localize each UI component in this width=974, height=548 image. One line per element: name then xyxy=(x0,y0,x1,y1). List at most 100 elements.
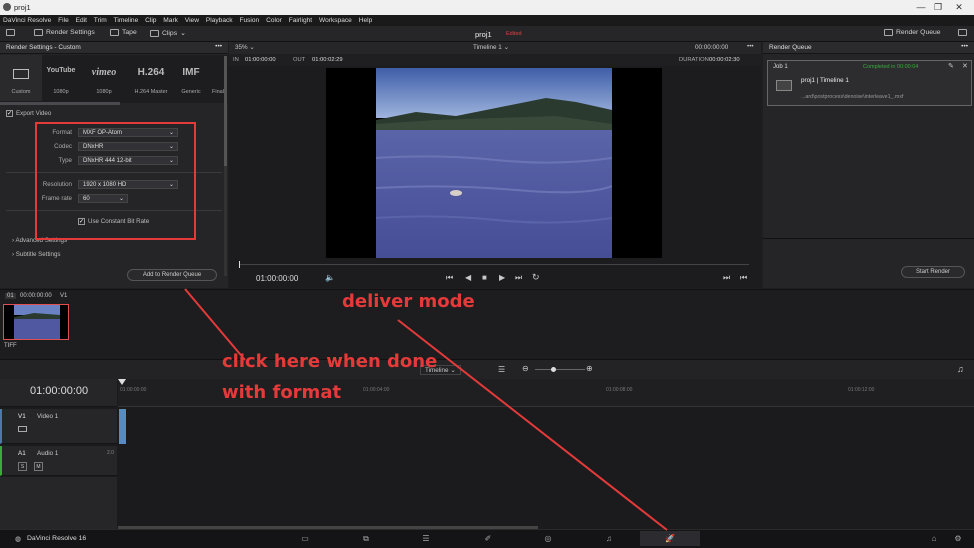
scroll-thumb[interactable] xyxy=(224,56,227,166)
fusion-page-icon[interactable]: ✐ xyxy=(480,534,496,545)
delete-job-icon[interactable]: ✕ xyxy=(962,62,968,70)
job-label: Job 1 xyxy=(773,64,788,70)
preset-youtube[interactable]: YouTube 1080p xyxy=(40,55,82,101)
annotation-deliver-mode: deliver mode xyxy=(342,291,475,312)
clip-timecode: 00:00:00:00 xyxy=(20,293,52,299)
edit-job-icon[interactable]: ✎ xyxy=(948,62,954,70)
tape-button[interactable]: Tape xyxy=(110,29,137,36)
timeline-select[interactable]: Timeline 1 ⌄ xyxy=(473,44,509,51)
cut-page-icon[interactable]: ⧉ xyxy=(358,534,374,545)
prev-clip-icon[interactable]: ⏮ xyxy=(740,273,747,283)
stop-icon[interactable]: ■ xyxy=(482,273,487,282)
preset-vimeo[interactable]: vimeo 1080p xyxy=(83,55,125,101)
menu-item-clip[interactable]: Clip xyxy=(145,15,156,26)
timeline-toolbar: Timeline ⌄ ☰ ⊖ ⊕ ♫ xyxy=(0,359,974,379)
more-options-icon[interactable]: ••• xyxy=(215,43,222,50)
ruler-tick-label: 01:00:04:00 xyxy=(363,387,390,393)
playhead[interactable] xyxy=(239,261,240,268)
panel-toggle-button[interactable] xyxy=(6,29,15,36)
timeline-playhead[interactable] xyxy=(118,379,126,385)
in-out-bar: IN 01:00:00:00 OUT 01:00:02:29 DURATION … xyxy=(229,54,761,66)
panel-toggle-right-button[interactable] xyxy=(958,29,967,36)
deliver-page-icon[interactable]: 🚀 xyxy=(640,531,700,546)
chevron-down-icon: ⌄ xyxy=(503,44,509,51)
zoom-slider-knob[interactable] xyxy=(551,367,556,372)
fairlight-page-icon[interactable]: ♫ xyxy=(601,534,617,545)
maximize-button[interactable]: ❐ xyxy=(931,2,945,13)
next-clip-icon[interactable]: ⏭ xyxy=(723,273,730,283)
gear-icon[interactable]: ⚙ xyxy=(950,534,966,545)
render-queue-icon xyxy=(884,29,893,36)
menu-item-trim[interactable]: Trim xyxy=(94,15,107,26)
render-settings-button[interactable]: Render Settings xyxy=(34,29,95,36)
chevron-down-icon: ⌄ xyxy=(180,30,186,37)
loop-icon[interactable]: ↻ xyxy=(532,272,540,283)
timeline-view-icon[interactable]: ☰ xyxy=(498,365,505,374)
track-monitor-icon[interactable] xyxy=(18,426,27,432)
zoom-value: 35% xyxy=(235,44,248,51)
add-to-render-queue-button[interactable]: Add to Render Queue xyxy=(127,269,217,281)
clips-strip: 01 00:00:00:00 V1 TIFF xyxy=(0,289,974,359)
menu-item-workspace[interactable]: Workspace xyxy=(319,15,352,26)
export-video-label: Export Video xyxy=(16,110,52,118)
preset-custom[interactable]: Custom xyxy=(0,55,42,101)
render-queue-button[interactable]: Render Queue xyxy=(884,29,941,36)
zoom-out-icon[interactable]: ⊖ xyxy=(522,364,529,373)
menu-item-help[interactable]: Help xyxy=(359,15,373,26)
music-note-icon[interactable]: ♫ xyxy=(957,364,964,374)
menu-item-resolve[interactable]: DaVinci Resolve xyxy=(3,15,51,26)
settings-scrollbar[interactable] xyxy=(224,56,227,276)
zoom-select[interactable]: 35% ⌄ xyxy=(235,44,255,51)
edit-page-icon[interactable]: ☰ xyxy=(418,534,434,545)
menu-item-view[interactable]: View xyxy=(185,15,199,26)
skip-end-icon[interactable]: ⏭ xyxy=(515,273,522,283)
render-job-card[interactable]: Job 1 Completed in 00:00:04 ✎ ✕ proj1 | … xyxy=(767,60,972,106)
subtitle-settings-toggle[interactable]: › Subtitle Settings xyxy=(12,251,61,258)
home-icon[interactable]: ⌂ xyxy=(926,534,942,545)
clip-thumbnail[interactable] xyxy=(3,304,69,340)
play-reverse-icon[interactable]: ◀ xyxy=(465,273,471,282)
preset-scrollbar[interactable] xyxy=(0,102,120,105)
menu-item-edit[interactable]: Edit xyxy=(76,15,87,26)
audio-track-header: A1 Audio 1 2.0 S M xyxy=(0,446,117,476)
menu-item-playback[interactable]: Playback xyxy=(206,15,233,26)
skip-start-icon[interactable]: ⏮ xyxy=(446,273,453,283)
export-video-checkbox[interactable]: ✓ xyxy=(6,110,13,117)
scrubber-track[interactable] xyxy=(239,264,749,265)
video-clip-block[interactable] xyxy=(119,409,126,444)
menu-item-fusion[interactable]: Fusion xyxy=(239,15,259,26)
export-video-toggle[interactable]: ✓ Export Video xyxy=(6,110,51,117)
close-button[interactable]: ✕ xyxy=(952,2,966,13)
preset-label: H.264 Master xyxy=(134,89,168,95)
more-options-icon[interactable]: ••• xyxy=(747,43,754,50)
mute-button[interactable]: M xyxy=(34,462,43,471)
render-queue-panel: Render Queue ••• Job 1 Completed in 00:0… xyxy=(763,42,974,288)
play-icon[interactable]: ▶ xyxy=(499,273,505,282)
clips-label: Clips xyxy=(162,29,178,37)
job-path: ...ard\postprocess\denoise\interleave1_.… xyxy=(801,94,904,100)
chevron-right-icon: › xyxy=(12,251,15,258)
menu-item-fairlight[interactable]: Fairlight xyxy=(289,15,312,26)
zoom-in-icon[interactable]: ⊕ xyxy=(586,364,593,373)
speaker-icon[interactable]: 🔈 xyxy=(325,273,335,282)
video-preview[interactable] xyxy=(326,68,662,258)
preset-h264[interactable]: H.264 H.264 Master xyxy=(130,55,172,101)
menu-item-timeline[interactable]: Timeline xyxy=(114,15,139,26)
preset-label: 1080p xyxy=(96,89,112,95)
menu-item-color[interactable]: Color xyxy=(266,15,282,26)
menu-item-mark[interactable]: Mark xyxy=(163,15,178,26)
color-page-icon[interactable]: ◎ xyxy=(540,534,556,545)
clips-button[interactable]: Clips ⌄ xyxy=(150,29,186,37)
start-render-button[interactable]: Start Render xyxy=(901,266,965,278)
solo-button[interactable]: S xyxy=(18,462,27,471)
minimize-button[interactable]: — xyxy=(914,2,928,12)
render-queue-header: Render Queue ••• xyxy=(763,42,974,54)
format-highlight-box xyxy=(35,122,196,240)
media-page-icon[interactable]: ▭ xyxy=(297,534,313,545)
render-settings-header: Render Settings - Custom ••• xyxy=(0,42,228,54)
more-options-icon[interactable]: ••• xyxy=(961,43,968,50)
preset-imf[interactable]: IMF Generic xyxy=(170,55,212,101)
clip-track: V1 xyxy=(60,293,68,299)
zoom-slider[interactable] xyxy=(535,369,585,370)
menu-item-file[interactable]: File xyxy=(58,15,69,26)
